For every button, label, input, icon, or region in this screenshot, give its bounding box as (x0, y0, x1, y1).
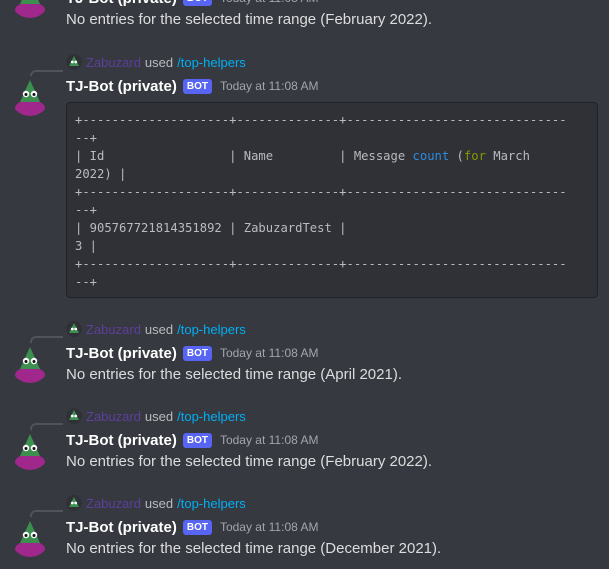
code-line: --+ (75, 203, 98, 217)
code-line: | Id | Name | Message (75, 149, 413, 163)
bot-badge: BOT (182, 0, 212, 6)
username[interactable]: TJ-Bot (private) (66, 78, 177, 95)
reply-username[interactable]: Zabuzard (86, 55, 141, 70)
reply-used-label: used (144, 321, 174, 337)
code-block-table[interactable]: +--------------------+--------------+---… (66, 102, 598, 298)
bot-avatar[interactable] (10, 517, 50, 557)
timestamp[interactable]: Today at 11:08 AM (220, 0, 319, 5)
timestamp[interactable]: Today at 11:08 AM (220, 346, 319, 360)
user-mini-avatar[interactable] (66, 54, 82, 70)
reply-used-label: used (144, 408, 174, 424)
command-reply-context[interactable]: Zabuzard used /top-helpers (66, 321, 246, 337)
code-line: 2022) | (75, 167, 127, 181)
slash-command-link[interactable]: /top-helpers (177, 496, 246, 511)
code-line: +--------------------+--------------+---… (75, 185, 567, 199)
bot-badge: BOT (182, 78, 212, 94)
code-line: | 905767721814351892 | ZabuzardTest | (75, 221, 347, 235)
bot-avatar[interactable] (10, 76, 50, 116)
username[interactable]: TJ-Bot (private) (66, 519, 177, 536)
message-header: TJ-Bot (private) BOT Today at 11:08 AM (66, 517, 318, 537)
code-text: ( (449, 149, 464, 163)
reply-username[interactable]: Zabuzard (86, 496, 141, 511)
code-line: --+ (75, 131, 98, 145)
message-content: No entries for the selected time range (… (66, 453, 433, 470)
bot-badge: BOT (182, 519, 212, 535)
code-keyword-count: count (412, 149, 450, 163)
message-content: No entries for the selected time range (… (66, 366, 402, 383)
command-reply-context[interactable]: Zabuzard used /top-helpers (66, 408, 246, 424)
bot-avatar[interactable] (10, 343, 50, 383)
code-line: 3 | (75, 239, 98, 253)
message-header: TJ-Bot (private) BOT Today at 11:08 AM (66, 0, 318, 8)
slash-command-link[interactable]: /top-helpers (177, 55, 246, 70)
code-line: +--------------------+--------------+---… (75, 113, 567, 127)
user-mini-avatar[interactable] (66, 408, 82, 424)
bot-avatar[interactable] (10, 0, 50, 18)
slash-command-link[interactable]: /top-helpers (177, 322, 246, 337)
message-content: No entries for the selected time range (… (66, 11, 433, 28)
message-header: TJ-Bot (private) BOT Today at 11:08 AM (66, 343, 318, 363)
message-header: TJ-Bot (private) BOT Today at 11:08 AM (66, 430, 318, 450)
code-keyword-for: for (463, 149, 486, 163)
bot-badge: BOT (182, 432, 212, 448)
bot-badge: BOT (182, 345, 212, 361)
user-mini-avatar[interactable] (66, 321, 82, 337)
reply-used-label: used (144, 495, 174, 511)
command-reply-context[interactable]: Zabuzard used /top-helpers (66, 495, 246, 511)
timestamp[interactable]: Today at 11:08 AM (220, 79, 319, 93)
timestamp[interactable]: Today at 11:08 AM (220, 433, 319, 447)
reply-username[interactable]: Zabuzard (86, 322, 141, 337)
reply-username[interactable]: Zabuzard (86, 409, 141, 424)
bot-avatar[interactable] (10, 430, 50, 470)
code-line: +--------------------+--------------+---… (75, 257, 567, 271)
command-reply-context[interactable]: Zabuzard used /top-helpers (66, 54, 246, 70)
username[interactable]: TJ-Bot (private) (66, 432, 177, 449)
slash-command-link[interactable]: /top-helpers (177, 409, 246, 424)
user-mini-avatar[interactable] (66, 495, 82, 511)
code-text: March (485, 149, 530, 163)
chat-message-list: TJ-Bot (private) BOT Today at 11:08 AM N… (0, 0, 609, 569)
timestamp[interactable]: Today at 11:08 AM (220, 520, 319, 534)
code-line: --+ (75, 275, 98, 289)
username[interactable]: TJ-Bot (private) (66, 345, 177, 362)
message-header: TJ-Bot (private) BOT Today at 11:08 AM (66, 76, 318, 96)
reply-used-label: used (144, 54, 174, 70)
message-content: No entries for the selected time range (… (66, 540, 442, 557)
username[interactable]: TJ-Bot (private) (66, 0, 177, 7)
